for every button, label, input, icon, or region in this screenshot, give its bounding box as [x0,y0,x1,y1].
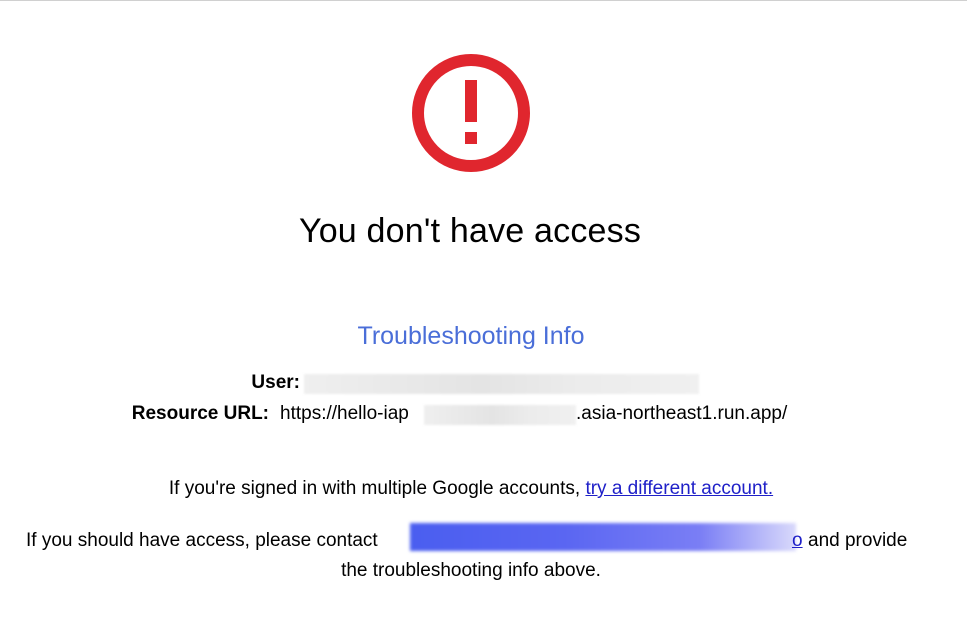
user-label: User: [251,372,300,393]
error-circle-icon [412,54,530,172]
redacted-user-value [304,374,699,394]
multiple-accounts-message: If you're signed in with multiple Google… [168,478,581,499]
resource-url-label: Resource URL: [131,403,269,424]
contact-text-line2: the troubleshooting info above. [341,560,601,581]
resource-url-suffix: .asia-northeast1.run.app/ [576,403,788,424]
multiple-accounts-text: If you're signed in with multiple Google… [0,474,942,504]
contact-email-link-tail[interactable]: o [792,526,803,556]
redacted-url-segment [424,405,576,425]
page-title: You don't have access [298,212,642,250]
contact-text-before: If you should have access, please contac… [26,530,378,551]
resource-url-prefix: https://hello-iap [280,403,409,424]
redacted-contact-email-link[interactable] [410,523,796,551]
troubleshooting-heading: Troubleshooting Info [357,322,585,350]
contact-text-after: and provide [808,530,908,551]
try-different-account-link[interactable]: try a different account. [585,478,773,499]
access-denied-page: You don't have access Troubleshooting In… [0,0,967,639]
